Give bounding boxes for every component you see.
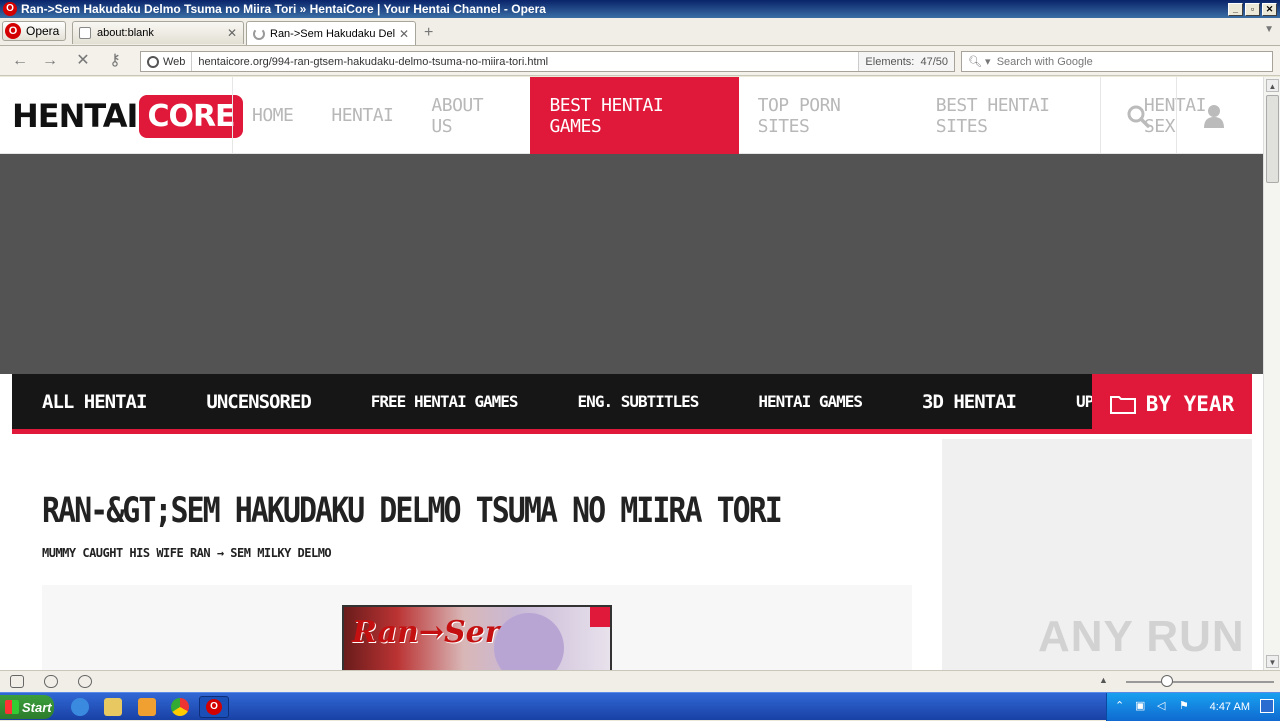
opera-menu-label: Opera [26, 24, 60, 38]
site-logo[interactable]: HENTAI CORE [12, 86, 243, 146]
system-tray: ⌃ ▣ ◁ ⚑ 4:47 AM [1106, 693, 1280, 721]
category-bar: ALL HENTAI UNCENSORED FREE HENTAI GAMES … [12, 374, 1252, 434]
loading-spinner-icon [253, 27, 265, 40]
search-placeholder: Search with Google [996, 55, 1093, 68]
tab-bar: O Opera about:blank ✕ Ran->Sem Hakudaku … [0, 18, 1280, 46]
opera-menu-button[interactable]: O Opera [2, 21, 66, 41]
nav-home[interactable]: HOME [233, 77, 312, 154]
folder-icon[interactable] [104, 698, 122, 716]
elements-value: 47/50 [920, 55, 948, 68]
search-engine-dropdown-icon[interactable]: ▾ [985, 55, 991, 68]
forward-icon[interactable]: → [40, 51, 60, 71]
user-icon[interactable] [1176, 77, 1252, 154]
windows-logo-icon [5, 700, 19, 714]
opera-icon: O [3, 2, 17, 16]
cat-hentai-games[interactable]: HENTAI GAMES [728, 392, 892, 411]
tab-label: about:blank [97, 27, 154, 39]
cover-character [494, 613, 564, 670]
opera-logo-icon: O [5, 23, 21, 39]
cover-title: Ran→Sem [352, 615, 517, 650]
panel-toggle-icon[interactable] [10, 675, 24, 688]
logo-text-core: CORE [139, 94, 243, 138]
post-subtitle: MUMMY CAUGHT HIS WIFE RAN → SEM MILKY DE… [42, 546, 332, 560]
nav-top-porn-sites[interactable]: TOP PORN SITES [739, 77, 917, 154]
by-year-button[interactable]: BY YEAR [1092, 374, 1252, 434]
flag-icon[interactable]: ⚑ [1179, 699, 1189, 712]
window-title: Ran->Sem Hakudaku Delmo Tsuma no Miira T… [21, 2, 546, 16]
cover-image[interactable]: Ran→Sem [342, 605, 612, 670]
tab-label: Ran->Sem Hakudaku Del... [270, 27, 395, 40]
internet-explorer-icon[interactable] [71, 698, 89, 716]
cat-3d-hentai[interactable]: 3D HENTAI [892, 391, 1046, 413]
new-tab-icon[interactable]: + [424, 24, 433, 42]
close-button[interactable]: ✕ [1262, 2, 1277, 16]
cover-corner-badge [590, 607, 610, 627]
site-info-button[interactable]: Web [141, 52, 193, 71]
show-desktop-icon[interactable] [1260, 699, 1274, 713]
scroll-down-icon[interactable]: ▼ [1266, 655, 1279, 668]
taskbar-opera-button[interactable]: O [199, 696, 229, 718]
close-tab-icon[interactable]: ✕ [399, 27, 409, 41]
cat-free-hentai-games[interactable]: FREE HENTAI GAMES [341, 392, 548, 411]
start-label: Start [22, 699, 52, 715]
page-viewport: HENTAI CORE HOME HENTAI ABOUT US BEST HE… [0, 77, 1263, 670]
site-header: HENTAI CORE HOME HENTAI ABOUT US BEST HE… [0, 77, 1263, 154]
cloud-icon[interactable] [44, 675, 58, 688]
zoom-menu-icon[interactable]: ▲ [1099, 675, 1108, 685]
back-icon[interactable]: ← [10, 51, 30, 71]
logo-text-hentai: HENTAI [12, 97, 138, 135]
folder-icon [1109, 396, 1136, 414]
nav-best-hentai-sites[interactable]: BEST HENTAI SITES [917, 77, 1125, 154]
elements-label: Elements: [865, 55, 915, 68]
by-year-label: BY YEAR [1145, 392, 1235, 416]
cat-eng-subtitles[interactable]: ENG. SUBTITLES [548, 392, 729, 411]
speed-dial-icon[interactable] [78, 675, 92, 688]
status-bar: ▲ [0, 670, 1280, 692]
scroll-up-icon[interactable]: ▲ [1266, 79, 1279, 92]
close-tab-icon[interactable]: ✕ [227, 26, 237, 40]
chrome-icon[interactable] [171, 698, 189, 716]
navigation-bar: ← → ✕ ⚷ Web hentaicore.org/994-ran-gtsem… [0, 46, 1280, 76]
post-title: RAN-&GT;SEM HAKUDAKU DELMO TSUMA NO MIIR… [42, 491, 783, 532]
key-icon[interactable]: ⚷ [105, 51, 125, 71]
ad-banner [0, 154, 1263, 374]
cat-all-hentai[interactable]: ALL HENTAI [12, 391, 176, 413]
scrollbar-thumb[interactable] [1266, 95, 1279, 183]
zoom-slider-handle[interactable] [1161, 675, 1173, 687]
page-icon [79, 27, 91, 39]
opera-icon: O [206, 699, 222, 715]
clock: 4:47 AM [1209, 701, 1250, 713]
vertical-scrollbar[interactable]: ▲ ▼ [1263, 77, 1280, 670]
windows-taskbar: Start O ⌃ ▣ ◁ ⚑ 4:47 AM [0, 692, 1280, 721]
web-label: Web [163, 55, 186, 68]
volume-icon[interactable]: ◁ [1157, 699, 1165, 712]
zoom-slider[interactable] [1126, 681, 1274, 683]
anyrun-watermark: ANY RUN [1038, 612, 1245, 661]
search-icon: 🔍︎ [968, 56, 982, 68]
media-player-icon[interactable] [138, 698, 156, 716]
cover-container: Ran→Sem [42, 585, 912, 670]
elements-counter: Elements: 47/50 [858, 52, 954, 71]
minimize-button[interactable]: _ [1228, 2, 1243, 16]
cat-uncensored[interactable]: UNCENSORED [176, 391, 340, 413]
window-title-bar: O Ran->Sem Hakudaku Delmo Tsuma no Miira… [0, 0, 1280, 18]
start-button[interactable]: Start [0, 695, 54, 719]
stop-icon[interactable]: ✕ [73, 51, 93, 71]
network-icon[interactable]: ▣ [1135, 699, 1145, 712]
tab-current-page[interactable]: Ran->Sem Hakudaku Del... ✕ [246, 21, 416, 45]
tab-about-blank[interactable]: about:blank ✕ [72, 21, 244, 44]
address-field[interactable]: Web hentaicore.org/994-ran-gtsem-hakudak… [140, 51, 955, 72]
tray-expand-icon[interactable]: ⌃ [1115, 699, 1124, 712]
url-text[interactable]: hentaicore.org/994-ran-gtsem-hakudaku-de… [192, 56, 858, 68]
tab-list-icon[interactable]: ▼ [1264, 24, 1274, 35]
restore-button[interactable]: ▫ [1245, 2, 1260, 16]
nav-best-hentai-games[interactable]: BEST HENTAI GAMES [530, 77, 739, 154]
post-content: RAN-&GT;SEM HAKUDAKU DELMO TSUMA NO MIIR… [12, 439, 942, 670]
nav-about-us[interactable]: ABOUT US [412, 77, 530, 154]
globe-icon [147, 55, 159, 68]
search-icon[interactable] [1100, 77, 1176, 154]
search-input[interactable]: 🔍︎ ▾ Search with Google [961, 51, 1273, 72]
nav-hentai[interactable]: HENTAI [312, 77, 412, 154]
